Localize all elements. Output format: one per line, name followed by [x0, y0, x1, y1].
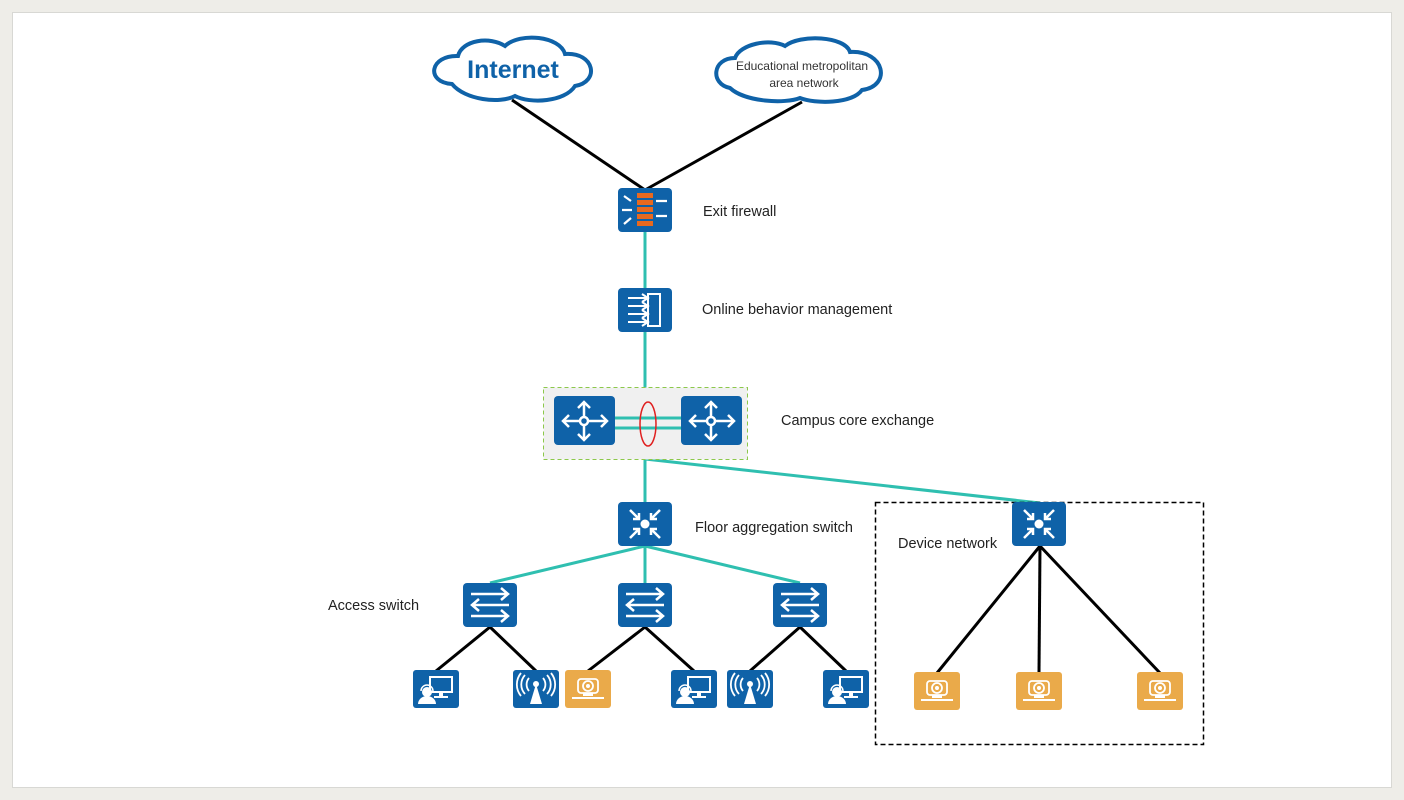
internet-label: Internet — [467, 56, 559, 84]
access-switch-icon[interactable] — [616, 581, 674, 629]
access-switch-label: Access switch — [328, 598, 419, 614]
link-internet-firewall — [511, 98, 646, 192]
firewall-icon[interactable] — [618, 188, 672, 232]
camera-icon[interactable] — [1136, 671, 1184, 711]
camera-icon[interactable] — [913, 671, 961, 711]
internet-cloud: Internet — [432, 35, 593, 103]
pc-user-icon[interactable] — [670, 669, 718, 709]
wifi-ap-icon[interactable] — [726, 669, 774, 709]
link-core-device-switch — [644, 457, 1041, 505]
pc-user-icon[interactable] — [822, 669, 870, 709]
device-network-switch-icon[interactable] — [1010, 500, 1068, 548]
core-router-icon-2[interactable] — [679, 394, 744, 447]
camera-icon[interactable] — [564, 669, 612, 709]
link-agg-access-3 — [644, 544, 801, 585]
online-behavior-label: Online behavior management — [702, 302, 892, 318]
education-label-line2: area network — [769, 76, 839, 90]
floor-aggregation-label: Floor aggregation switch — [695, 520, 853, 536]
core-group — [543, 387, 748, 460]
network-diagram: Internet Educational metropolitan area n… — [328, 35, 1205, 746]
core-router-icon-1[interactable] — [552, 394, 617, 447]
link-agg-access-1 — [489, 544, 646, 585]
pc-user-icon[interactable] — [412, 669, 460, 709]
aggregation-switch-icon[interactable] — [616, 500, 674, 548]
exit-firewall-label: Exit firewall — [703, 204, 776, 220]
camera-icon[interactable] — [1015, 671, 1063, 711]
access-switch-icon[interactable] — [461, 581, 519, 629]
link-education-firewall — [644, 100, 803, 192]
wan-links — [511, 98, 803, 192]
core-label: Campus core exchange — [781, 413, 934, 429]
education-network-cloud: Educational metropolitan area network — [714, 36, 883, 104]
device-network-label: Device network — [898, 536, 998, 552]
access-switch-icon[interactable] — [771, 581, 829, 629]
education-label-line1: Educational metropolitan — [736, 59, 868, 73]
behavior-management-icon[interactable] — [618, 288, 672, 332]
wifi-ap-icon[interactable] — [512, 669, 560, 709]
